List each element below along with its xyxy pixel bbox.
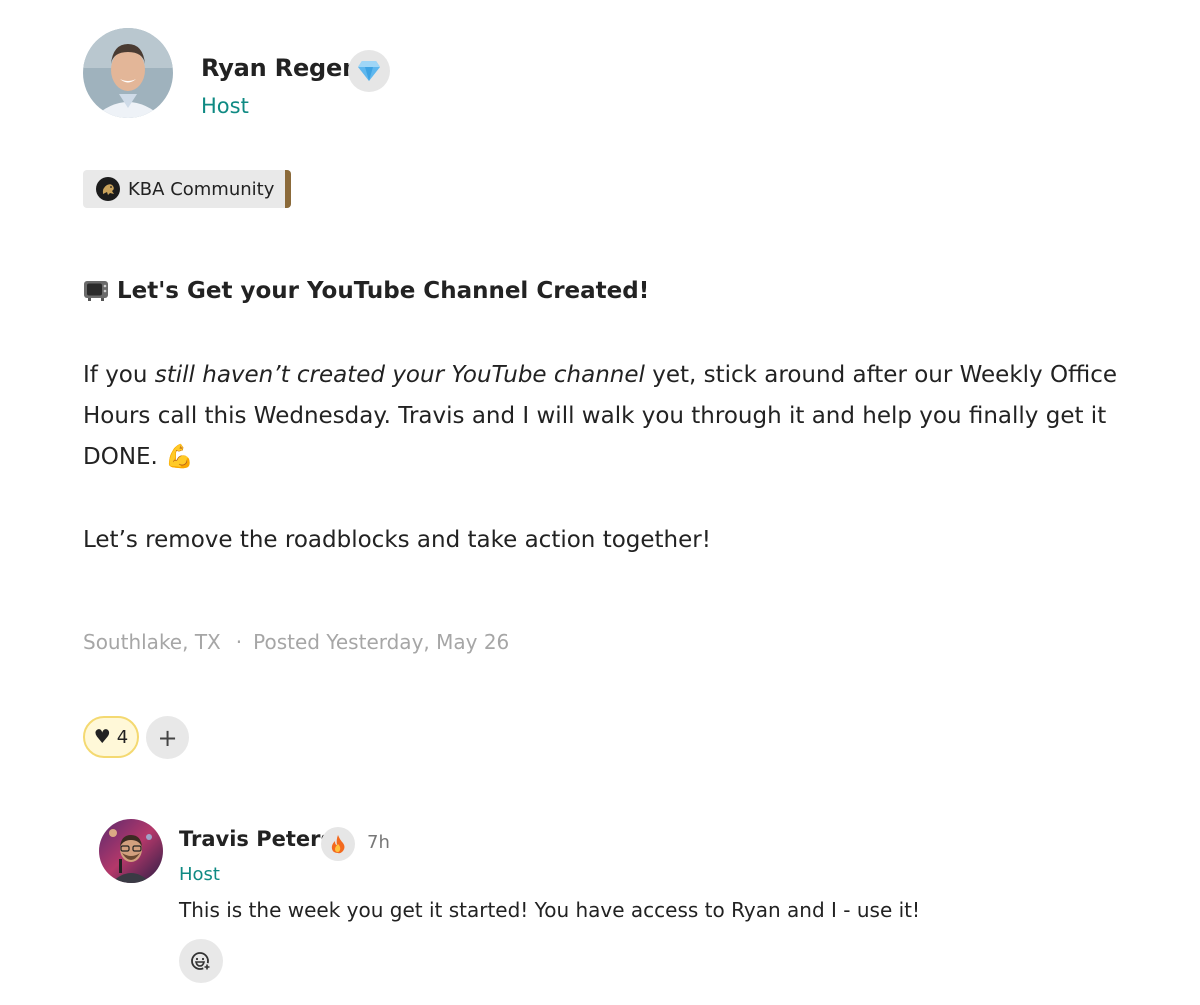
author-name[interactable]: Ryan Reger (201, 54, 354, 82)
post-title-text: Let's Get your YouTube Channel Created! (117, 278, 650, 304)
heart-reaction-count: 4 (116, 726, 129, 748)
post-meta: Southlake, TX · Posted Yesterday, May 26 (83, 630, 509, 654)
post-location: Southlake, TX (83, 630, 221, 654)
television-icon (83, 280, 109, 302)
post-text-pre: If you (83, 362, 155, 388)
commenter-avatar[interactable] (99, 819, 163, 883)
author-role: Host (201, 94, 249, 118)
post-text-emphasis: still haven’t created your YouTube chann… (154, 362, 645, 388)
comment-timestamp: 7h (367, 832, 390, 853)
community-chip[interactable]: KBA Community (83, 170, 291, 208)
diamond-icon (348, 50, 390, 92)
post-body: If you still haven’t created your YouTub… (83, 355, 1143, 561)
community-accent-stripe (285, 170, 291, 208)
smiley-plus-icon (191, 952, 211, 971)
post-paragraph-2: Let’s remove the roadblocks and take act… (83, 527, 711, 553)
post-timestamp: Posted Yesterday, May 26 (253, 630, 510, 654)
flexed-biceps-emoji: 💪 (165, 444, 194, 470)
add-reaction-button[interactable]: + (146, 716, 189, 759)
fire-icon (321, 827, 355, 861)
post-paragraph-1: If you still haven’t created your YouTub… (83, 355, 1143, 478)
community-label: KBA Community (128, 178, 275, 200)
add-emoji-reaction-button[interactable] (179, 939, 223, 983)
author-avatar[interactable] (83, 28, 173, 118)
heart-icon: ♥ (93, 726, 111, 748)
meta-separator: · (235, 630, 243, 654)
commenter-name[interactable]: Travis Peters (179, 827, 333, 851)
lion-logo-icon (96, 177, 120, 201)
commenter-role: Host (179, 864, 220, 885)
heart-reaction-button[interactable]: ♥ 4 (83, 716, 139, 758)
post-title: Let's Get your YouTube Channel Created! (83, 278, 649, 304)
comment-text: This is the week you get it started! You… (179, 898, 921, 922)
